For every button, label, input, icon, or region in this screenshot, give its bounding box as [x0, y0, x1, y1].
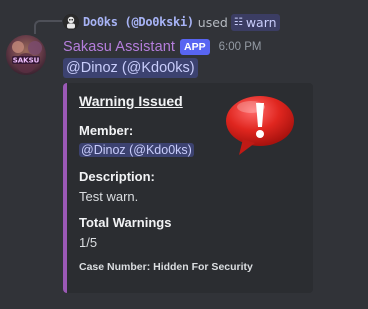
command-chip[interactable]: ☷ warn — [230, 13, 280, 31]
discord-message-view: Do0ks (@Do0kski) used ☷ warn SAKSU Sakas — [0, 0, 368, 309]
message-timestamp[interactable]: 6:00 PM — [219, 41, 262, 53]
used-label: used — [197, 14, 228, 30]
command-invocation-row: Do0ks (@Do0kski) used ☷ warn — [63, 12, 280, 32]
field-member-value: @Dinoz (@Kdo0ks) — [79, 142, 194, 157]
exclamation-bubble-icon — [223, 93, 297, 157]
app-badge: APP — [180, 39, 210, 55]
author-name[interactable]: Sakasu Assistant — [63, 39, 175, 55]
user-mention[interactable]: @Dinoz (@Kdo0ks) — [63, 58, 198, 78]
member-mention[interactable]: @Dinoz (@Kdo0ks) — [79, 143, 194, 157]
embed-title: Warning Issued — [79, 93, 183, 109]
message-content: @Dinoz (@Kdo0ks) — [63, 57, 198, 79]
embed-footer: Case Number: Hidden For Security — [79, 261, 253, 273]
field-total-warnings-value: 1/5 — [79, 235, 98, 250]
svg-text:SAKSU: SAKSU — [13, 57, 40, 65]
slash-command-icon: ☷ — [233, 16, 243, 28]
reply-connector-line — [34, 20, 62, 34]
field-total-warnings-name: Total Warnings — [79, 215, 172, 230]
bot-avatar[interactable]: SAKSU — [6, 35, 46, 75]
invoker-username[interactable]: Do0ks (@Do0kski) — [83, 15, 194, 29]
warning-embed: Warning Issued Member: @Dinoz (@Kdo0ks) … — [63, 83, 313, 293]
field-description-value: Test warn. — [79, 189, 139, 204]
invoker-avatar[interactable] — [63, 14, 79, 30]
field-description-name: Description: — [79, 169, 155, 184]
message-header: Sakasu Assistant APP 6:00 PM — [63, 37, 261, 57]
field-member-name: Member: — [79, 123, 134, 138]
command-name: warn — [245, 14, 277, 30]
